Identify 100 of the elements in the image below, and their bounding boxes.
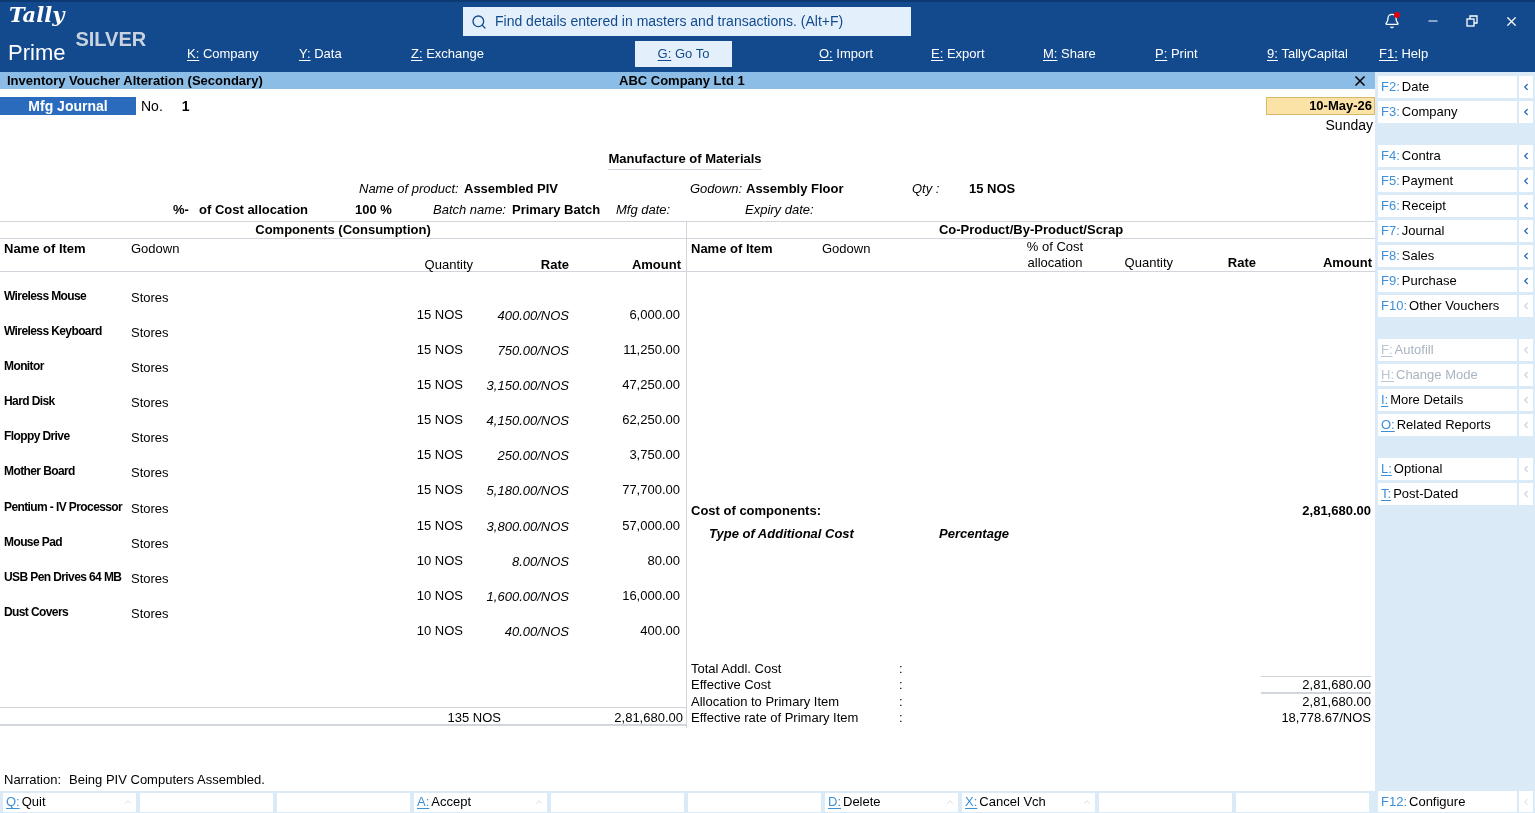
summary-separator: : xyxy=(899,677,903,693)
column-header: Godown xyxy=(131,240,181,255)
column-header: Percentage xyxy=(939,524,1010,543)
menu-item[interactable]: Y: Data xyxy=(299,41,342,67)
chevron-icon[interactable] xyxy=(1519,483,1533,505)
amount-cell-text: 62,250.00 xyxy=(621,411,681,429)
column-header: Godown xyxy=(822,240,872,258)
action-button[interactable]: D:Delete xyxy=(825,792,958,812)
action-button[interactable]: Q:Quit xyxy=(3,792,136,812)
search-icon xyxy=(471,13,487,30)
godown-cell-text: Stores xyxy=(131,324,170,341)
rate-cell-text: 3,800.00/NOS xyxy=(485,517,570,534)
amount-cell-text: 47,250.00 xyxy=(621,376,681,394)
quantity-cell-text: 15 NOS xyxy=(415,376,464,394)
menu-item[interactable]: M: Share xyxy=(1043,41,1096,67)
product-label: Name of product: xyxy=(359,180,460,199)
total-quantity: 135 NOS xyxy=(446,709,501,727)
summary-separator: : xyxy=(899,660,903,676)
godown-cell-text: Stores xyxy=(131,569,170,586)
mfg-date-label: Mfg date: xyxy=(616,201,672,220)
rate-cell-text: 5,180.00/NOS xyxy=(485,482,570,499)
logo-script: Tally xyxy=(9,4,67,26)
allocation-prefix: %- xyxy=(173,201,190,220)
menu-item[interactable]: E: Export xyxy=(931,41,985,67)
sidebar-button[interactable]: F5:Payment xyxy=(1378,170,1517,192)
godown-cell-text: Stores xyxy=(131,394,170,411)
column-header: % of Cost allocation xyxy=(1025,239,1085,271)
quantity-cell-text: 15 NOS xyxy=(415,481,464,499)
section-title: Components (Consumption) xyxy=(255,221,431,240)
caret-icon xyxy=(1082,797,1092,807)
sidebar-button[interactable]: F12:Configure xyxy=(1378,791,1517,812)
amount-cell-text: 16,000.00 xyxy=(621,586,681,604)
voucher-type: Mfg Journal xyxy=(0,97,136,115)
sidebar-button[interactable]: F3:Company xyxy=(1378,101,1517,123)
action-button[interactable]: A:Accept xyxy=(414,792,547,812)
chevron-icon[interactable] xyxy=(1519,458,1533,480)
sidebar-button[interactable]: F6:Receipt xyxy=(1378,195,1517,217)
amount-cell-text: 400.00 xyxy=(639,621,681,639)
action-button[interactable]: X:Cancel Vch xyxy=(962,792,1095,812)
menu-item[interactable]: Z: Exchange xyxy=(411,41,484,67)
expiry-date-label: Expiry date: xyxy=(745,201,814,220)
chevron-icon[interactable] xyxy=(1519,270,1533,292)
restore-icon[interactable] xyxy=(1466,15,1478,27)
chevron-icon[interactable] xyxy=(1519,170,1533,192)
sidebar-button[interactable]: F7:Journal xyxy=(1378,220,1517,242)
menu-item[interactable]: G: Go To xyxy=(635,41,732,67)
sidebar-button[interactable]: T:Post-Dated xyxy=(1378,483,1517,505)
chevron-icon[interactable] xyxy=(1519,195,1533,217)
sidebar-button[interactable]: F8:Sales xyxy=(1378,245,1517,267)
godown-cell-text: Stores xyxy=(131,534,170,551)
chevron-icon[interactable] xyxy=(1519,76,1533,98)
sidebar-button[interactable]: F4:Contra xyxy=(1378,145,1517,167)
narration-label: Narration: xyxy=(4,770,62,789)
godown-cell-text: Stores xyxy=(131,604,170,621)
godown-name: Assembly Floor xyxy=(746,180,845,199)
search-field[interactable]: Find details entered in masters and transactions. (Alt+F) xyxy=(463,7,911,36)
item-name: Mouse Pad xyxy=(3,533,63,551)
menu-item[interactable]: K: Company xyxy=(187,41,259,67)
column-header: Quantity xyxy=(1123,255,1174,271)
section-title: Co-Product/By-Product/Scrap xyxy=(938,221,1124,240)
column-header: Name of Item xyxy=(690,240,774,258)
caret-icon xyxy=(123,797,133,807)
menu-item[interactable]: O: Import xyxy=(819,41,874,67)
godown-cell-text: Stores xyxy=(131,499,170,516)
godown-cell-text: Stores xyxy=(131,464,170,481)
sidebar-button[interactable]: O:Related Reports xyxy=(1378,414,1517,436)
chevron-icon[interactable] xyxy=(1519,220,1533,242)
chevron-icon[interactable] xyxy=(1519,145,1533,167)
item-name: Floppy Drive xyxy=(3,428,71,446)
column-header: Rate xyxy=(539,256,570,271)
chevron-icon[interactable] xyxy=(1519,389,1533,411)
summary-separator: : xyxy=(899,693,903,709)
amount-cell-text: 77,700.00 xyxy=(621,481,681,499)
day-label: Sunday xyxy=(1325,116,1374,135)
voucher-number: 1 xyxy=(181,97,190,115)
chevron-icon[interactable] xyxy=(1519,101,1533,123)
total-amount: 2,81,680.00 xyxy=(613,709,683,727)
caret-icon xyxy=(945,797,955,807)
rate-cell-text: 3,150.00/NOS xyxy=(485,377,570,394)
date-field[interactable]: 10-May-26 xyxy=(1266,97,1375,115)
summary-value: 18,778.67/NOS xyxy=(1280,710,1371,726)
sidebar-button[interactable]: F9:Purchase xyxy=(1378,270,1517,292)
menu-item[interactable]: P: Print xyxy=(1155,41,1198,67)
column-header: Amount xyxy=(630,256,682,271)
chevron-icon[interactable] xyxy=(1519,245,1533,267)
chevron-icon[interactable] xyxy=(1519,414,1533,436)
item-name: Wireless Keyboard xyxy=(3,323,103,341)
notification-icon[interactable] xyxy=(1384,13,1400,29)
sidebar-button[interactable]: I:More Details xyxy=(1378,389,1517,411)
sidebar-button[interactable]: F2:Date xyxy=(1378,76,1517,98)
allocation-value: 100 % xyxy=(355,201,393,220)
sidebar-button[interactable]: F10:Other Vouchers xyxy=(1378,295,1517,317)
chevron-icon[interactable] xyxy=(1519,295,1533,317)
menu-item[interactable]: 9: TallyCapital xyxy=(1267,41,1348,67)
sidebar-button[interactable]: L:Optional xyxy=(1378,458,1517,480)
quantity-cell-text: 10 NOS xyxy=(415,621,464,639)
batch-label: Batch name: xyxy=(433,201,507,220)
column-header: Rate xyxy=(1226,255,1257,271)
menu-item[interactable]: F1: Help xyxy=(1379,41,1429,67)
summary-label: Total Addl. Cost xyxy=(691,660,783,676)
